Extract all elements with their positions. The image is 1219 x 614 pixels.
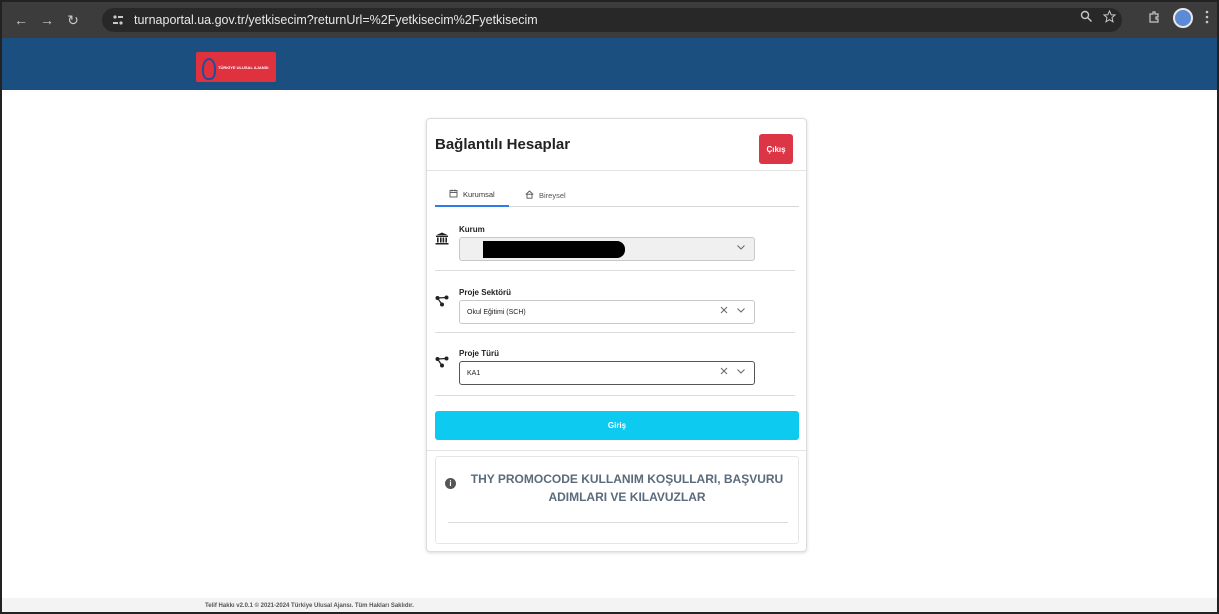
network-icon <box>435 356 449 371</box>
logo-mark-icon <box>200 55 216 80</box>
extensions-icon[interactable] <box>1147 10 1161 27</box>
browser-menu-icon[interactable] <box>1205 10 1209 27</box>
select-controls <box>736 242 746 256</box>
divider <box>435 270 795 271</box>
footer: Telif Hakkı v2.0.1 © 2021-2024 Türkiye U… <box>2 598 1217 612</box>
tab-bireysel[interactable]: Bireysel <box>511 183 580 207</box>
account-tabs: Kurumsal Bireysel <box>435 183 799 207</box>
info-icon: i <box>445 478 456 489</box>
clear-icon[interactable] <box>719 305 729 319</box>
chevron-down-icon[interactable] <box>736 366 746 380</box>
sector-label: Proje Sektörü <box>459 288 512 297</box>
profile-avatar[interactable] <box>1173 8 1193 28</box>
exit-button[interactable]: Çıkış <box>759 134 793 164</box>
info-panel: i THY PROMOCODE KULLANIM KOŞULLARI, BAŞV… <box>435 456 799 544</box>
kurum-field: Kurum <box>435 225 796 265</box>
divider <box>448 522 788 523</box>
kurum-label: Kurum <box>459 225 485 234</box>
divider <box>427 170 806 171</box>
site-header: TÜRKİYE ULUSAL AJANSI <box>2 38 1217 90</box>
site-info-icon[interactable] <box>108 10 128 30</box>
kurum-select[interactable] <box>459 237 755 261</box>
site-logo[interactable]: TÜRKİYE ULUSAL AJANSI <box>196 52 276 82</box>
logo-text: TÜRKİYE ULUSAL AJANSI <box>218 64 269 70</box>
institution-icon <box>435 232 449 248</box>
sector-value: Okul Eğitimi (SCH) <box>467 308 526 316</box>
bookmark-star-icon[interactable] <box>1102 9 1117 26</box>
login-button[interactable]: Giriş <box>435 411 799 440</box>
address-bar[interactable]: turnaportal.ua.gov.tr/yetkisecim?returnU… <box>102 8 1122 32</box>
url-text[interactable]: turnaportal.ua.gov.tr/yetkisecim?returnU… <box>134 13 538 27</box>
redacted-block <box>483 241 625 258</box>
tab-label: Bireysel <box>539 190 566 200</box>
browser-toolbar: ← → ↻ turnaportal.ua.gov.tr/yetkisecim?r… <box>2 2 1217 38</box>
select-controls <box>719 305 746 319</box>
select-controls <box>719 366 746 380</box>
browser-window: ← → ↻ turnaportal.ua.gov.tr/yetkisecim?r… <box>0 0 1219 614</box>
tab-label: Kurumsal <box>463 189 495 199</box>
network-icon <box>435 295 449 310</box>
tab-kurumsal[interactable]: Kurumsal <box>435 183 509 207</box>
sector-select[interactable]: Okul Eğitimi (SCH) <box>459 300 755 324</box>
type-select[interactable]: KA1 <box>459 361 755 385</box>
home-icon <box>525 189 534 201</box>
reload-icon[interactable]: ↻ <box>62 9 84 31</box>
info-link[interactable]: THY PROMOCODE KULLANIM KOŞULLARI, BAŞVUR… <box>466 470 788 506</box>
divider <box>427 450 806 451</box>
type-field: Proje Türü KA1 <box>435 349 796 389</box>
zoom-icon[interactable] <box>1080 10 1093 26</box>
divider <box>435 332 795 333</box>
type-value: KA1 <box>467 369 481 377</box>
page-title: Bağlantılı Hesaplar <box>435 136 571 153</box>
chevron-down-icon[interactable] <box>736 242 746 256</box>
clear-icon[interactable] <box>719 366 729 380</box>
chevron-down-icon[interactable] <box>736 305 746 319</box>
sector-field: Proje Sektörü Okul Eğitimi (SCH) <box>435 288 796 328</box>
divider <box>435 395 795 396</box>
linked-accounts-card: Bağlantılı Hesaplar Çıkış Kurumsal Birey… <box>426 118 807 552</box>
forward-icon[interactable]: → <box>36 9 58 31</box>
back-icon[interactable]: ← <box>10 9 32 31</box>
building-icon <box>449 189 458 200</box>
copyright-text: Telif Hakkı v2.0.1 © 2021-2024 Türkiye U… <box>205 603 414 609</box>
type-label: Proje Türü <box>459 349 500 358</box>
